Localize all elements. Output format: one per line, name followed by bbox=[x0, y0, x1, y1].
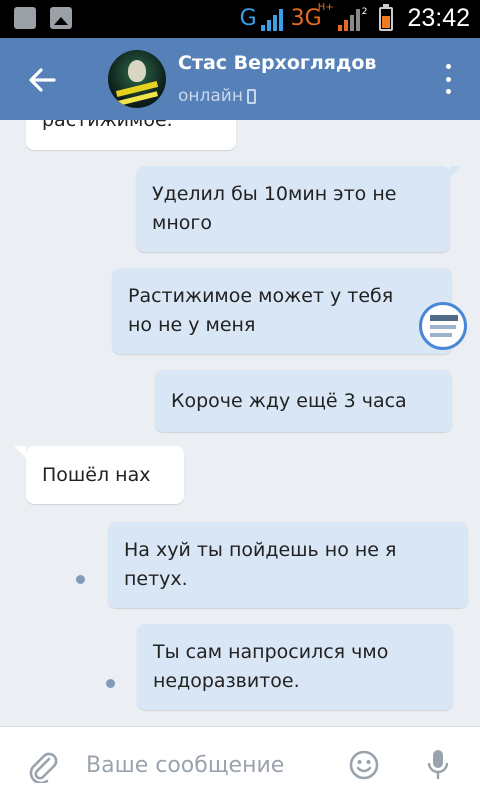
read-receipt-avatar bbox=[419, 302, 467, 350]
message-text-line: но не у меня bbox=[128, 314, 256, 336]
paperclip-icon[interactable] bbox=[26, 749, 60, 783]
network-type-g: G bbox=[239, 6, 257, 31]
avatar[interactable] bbox=[108, 50, 166, 108]
status-text: онлайн bbox=[178, 86, 243, 106]
message-text: Короче жду ещё 3 часа bbox=[171, 389, 407, 412]
unread-indicator bbox=[106, 679, 115, 688]
message-outgoing[interactable]: Растижимое может у тебя но не у меня bbox=[112, 268, 452, 354]
overflow-menu-icon[interactable] bbox=[442, 64, 454, 94]
message-list[interactable]: растижимое. Уделил бы 10мин это не много… bbox=[0, 120, 480, 726]
message-outgoing[interactable]: На хуй ты пойдешь но не я петух. bbox=[108, 522, 468, 608]
network-type-3g: 3G H+ bbox=[290, 2, 334, 31]
microphone-icon[interactable] bbox=[424, 747, 452, 783]
composer-bar bbox=[0, 726, 480, 800]
signal-icon-2 bbox=[337, 7, 364, 31]
message-text-line: Уделил бы 10мин это не bbox=[152, 183, 397, 205]
status-bar: G 3G H+ 2 23:42 bbox=[0, 0, 480, 38]
message-text-line: На хуй ты пойдешь но не я bbox=[124, 539, 397, 561]
battery-icon bbox=[379, 3, 394, 31]
smile-icon[interactable] bbox=[348, 749, 380, 781]
app-notification-icon bbox=[14, 7, 36, 29]
message-incoming[interactable]: Пошёл нах bbox=[26, 446, 184, 504]
message-text: растижимое. bbox=[42, 120, 173, 135]
contact-status: онлайн bbox=[178, 86, 256, 106]
message-text-line: Ты сам напросился чмо bbox=[153, 641, 389, 663]
message-outgoing[interactable]: Уделил бы 10мин это не много bbox=[136, 166, 450, 252]
message-incoming[interactable]: растижимое. bbox=[26, 120, 236, 150]
chat-header: Стас Верхоглядов онлайн bbox=[0, 38, 480, 120]
clock: 23:42 bbox=[407, 4, 470, 32]
message-text: Пошёл нах bbox=[42, 463, 151, 486]
mobile-phone-icon bbox=[246, 88, 256, 104]
message-outgoing[interactable]: Ты сам напросился чмо недоразвитое. bbox=[137, 624, 453, 710]
message-input[interactable] bbox=[86, 745, 336, 785]
notification-icons bbox=[14, 7, 72, 29]
signal-icon-1 bbox=[260, 7, 287, 31]
bubble-tail bbox=[450, 166, 462, 178]
status-indicators: G 3G H+ 2 23:42 bbox=[239, 2, 470, 33]
message-text-line: много bbox=[152, 212, 212, 234]
message-text-line: Растижимое может у тебя bbox=[128, 285, 394, 307]
message-text-line: петух. bbox=[124, 568, 188, 590]
contact-name[interactable]: Стас Верхоглядов bbox=[178, 52, 376, 74]
bubble-tail bbox=[14, 446, 26, 458]
unread-indicator bbox=[76, 575, 85, 584]
message-text-line: недоразвитое. bbox=[153, 670, 300, 692]
image-notification-icon bbox=[50, 7, 72, 29]
back-arrow-icon[interactable] bbox=[24, 62, 60, 98]
message-outgoing[interactable]: Короче жду ещё 3 часа bbox=[155, 370, 452, 432]
